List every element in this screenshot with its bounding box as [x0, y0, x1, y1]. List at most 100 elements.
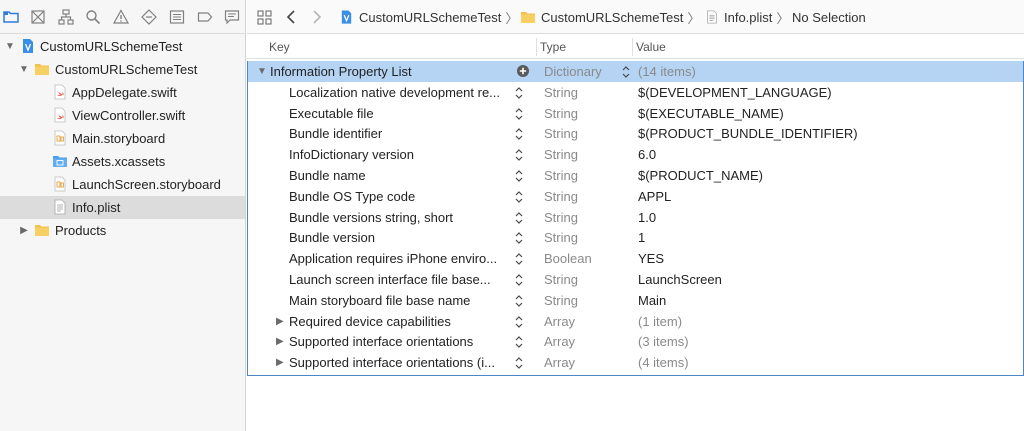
plist-type[interactable]: Array	[544, 331, 575, 352]
plist-key[interactable]: Supported interface orientations (i...	[289, 352, 511, 373]
plist-type[interactable]: String	[544, 290, 578, 311]
disclosure-collapsed-icon[interactable]: ▶	[276, 331, 284, 352]
plist-key[interactable]: Required device capabilities	[289, 311, 511, 332]
forward-chevron-icon[interactable]	[312, 0, 322, 34]
key-popup-stepper-icon[interactable]	[514, 314, 524, 330]
plist-row[interactable]: Bundle OS Type code String APPL	[248, 186, 1023, 207]
column-header-key[interactable]: Key	[269, 35, 290, 59]
issue-warning-icon[interactable]	[110, 7, 132, 27]
plist-row[interactable]: ▶ Required device capabilities Array (1 ite…	[248, 311, 1023, 332]
tree-item-file[interactable]: AppDelegate.swift	[0, 81, 245, 104]
key-popup-stepper-icon[interactable]	[514, 106, 524, 122]
plist-key[interactable]: Application requires iPhone enviro...	[289, 248, 511, 269]
tree-item-project[interactable]: ▼ CustomURLSchemeTest	[0, 35, 245, 58]
plist-value[interactable]: 1.0	[638, 207, 656, 228]
plist-key[interactable]: Bundle OS Type code	[289, 186, 511, 207]
tree-item-file[interactable]: ViewController.swift	[0, 104, 245, 127]
plist-type[interactable]: String	[544, 144, 578, 165]
type-popup-stepper-icon[interactable]	[621, 64, 631, 80]
key-popup-stepper-icon[interactable]	[514, 230, 524, 246]
plist-value[interactable]: $(EXECUTABLE_NAME)	[638, 103, 784, 124]
column-divider[interactable]	[632, 38, 633, 56]
plist-type[interactable]: String	[544, 82, 578, 103]
key-popup-stepper-icon[interactable]	[514, 126, 524, 142]
key-popup-stepper-icon[interactable]	[514, 272, 524, 288]
plist-value[interactable]: Main	[638, 290, 666, 311]
plist-key[interactable]: Bundle versions string, short	[289, 207, 511, 228]
disclosure-expanded-icon[interactable]: ▼	[257, 61, 267, 82]
breadcrumb-selection[interactable]: No Selection	[792, 0, 866, 34]
plist-row[interactable]: Bundle version String 1	[248, 227, 1023, 248]
plist-key[interactable]: InfoDictionary version	[289, 144, 511, 165]
plist-type[interactable]: String	[544, 123, 578, 144]
plist-row[interactable]: Executable file String $(EXECUTABLE_NAME)	[248, 103, 1023, 124]
add-item-icon[interactable]	[516, 64, 530, 78]
disclosure-expanded-icon[interactable]: ▼	[18, 63, 30, 75]
source-control-icon[interactable]	[27, 7, 49, 27]
disclosure-collapsed-icon[interactable]: ▶	[276, 352, 284, 373]
plist-row[interactable]: Bundle name String $(PRODUCT_NAME)	[248, 165, 1023, 186]
plist-key[interactable]: Bundle identifier	[289, 123, 511, 144]
find-icon[interactable]	[82, 7, 104, 27]
plist-row[interactable]: Bundle versions string, short String 1.0	[248, 207, 1023, 228]
key-popup-stepper-icon[interactable]	[514, 168, 524, 184]
plist-type[interactable]: String	[544, 207, 578, 228]
key-popup-stepper-icon[interactable]	[514, 189, 524, 205]
plist-row[interactable]: InfoDictionary version String 6.0	[248, 144, 1023, 165]
plist-value[interactable]: (4 items)	[638, 352, 689, 373]
plist-value[interactable]: $(DEVELOPMENT_LANGUAGE)	[638, 82, 832, 103]
key-popup-stepper-icon[interactable]	[514, 210, 524, 226]
plist-value[interactable]: (1 item)	[638, 311, 682, 332]
plist-row[interactable]: ▶ Supported interface orientations Array (3…	[248, 331, 1023, 352]
plist-type[interactable]: String	[544, 269, 578, 290]
plist-root-row[interactable]: ▼ Information Property List Dictionary (…	[248, 61, 1023, 82]
tree-item-file[interactable]: Main.storyboard	[0, 127, 245, 150]
plist-type[interactable]: Dictionary	[544, 61, 602, 82]
plist-value[interactable]: $(PRODUCT_BUNDLE_IDENTIFIER)	[638, 123, 858, 144]
key-popup-stepper-icon[interactable]	[514, 334, 524, 350]
key-popup-stepper-icon[interactable]	[514, 147, 524, 163]
plist-type[interactable]: String	[544, 103, 578, 124]
disclosure-collapsed-icon[interactable]: ▶	[276, 311, 284, 332]
key-popup-stepper-icon[interactable]	[514, 251, 524, 267]
plist-value[interactable]: $(PRODUCT_NAME)	[638, 165, 763, 186]
breadcrumb-group[interactable]: CustomURLSchemeTest 〉	[520, 0, 700, 34]
plist-value[interactable]: 1	[638, 227, 645, 248]
plist-key[interactable]: Main storyboard file base name	[289, 290, 511, 311]
plist-key[interactable]: Bundle version	[289, 227, 511, 248]
plist-key[interactable]: Launch screen interface file base...	[289, 269, 511, 290]
plist-row[interactable]: Launch screen interface file base... Stri…	[248, 269, 1023, 290]
plist-type[interactable]: Array	[544, 311, 575, 332]
column-divider[interactable]	[536, 38, 537, 56]
plist-type[interactable]: Boolean	[544, 248, 592, 269]
tree-item-group[interactable]: ▶ Products	[0, 219, 245, 242]
disclosure-collapsed-icon[interactable]: ▶	[18, 224, 30, 236]
plist-value[interactable]: APPL	[638, 186, 671, 207]
plist-type[interactable]: String	[544, 186, 578, 207]
plist-value[interactable]: YES	[638, 248, 664, 269]
column-header-type[interactable]: Type	[540, 35, 566, 59]
key-popup-stepper-icon[interactable]	[514, 85, 524, 101]
breadcrumb-file[interactable]: Info.plist 〉	[705, 0, 789, 34]
breadcrumb-project[interactable]: CustomURLSchemeTest 〉	[339, 0, 518, 34]
report-icon[interactable]	[221, 7, 243, 27]
plist-row[interactable]: Application requires iPhone enviro... Boo…	[248, 248, 1023, 269]
column-header-value[interactable]: Value	[636, 35, 666, 59]
hierarchy-icon[interactable]	[55, 7, 77, 27]
breakpoint-icon[interactable]	[194, 7, 216, 27]
plist-key[interactable]: Supported interface orientations	[289, 331, 511, 352]
plist-row[interactable]: Localization native development re... Str…	[248, 82, 1023, 103]
key-popup-stepper-icon[interactable]	[514, 293, 524, 309]
plist-type[interactable]: String	[544, 227, 578, 248]
plist-key[interactable]: Localization native development re...	[289, 82, 511, 103]
key-popup-stepper-icon[interactable]	[514, 355, 524, 371]
plist-value[interactable]: 6.0	[638, 144, 656, 165]
plist-key[interactable]: Bundle name	[289, 165, 511, 186]
back-chevron-icon[interactable]	[286, 0, 296, 34]
debug-list-icon[interactable]	[166, 7, 188, 27]
plist-type[interactable]: Array	[544, 352, 575, 373]
tree-item-file[interactable]: Assets.xcassets	[0, 150, 245, 173]
tree-item-group[interactable]: ▼ CustomURLSchemeTest	[0, 58, 245, 81]
plist-value[interactable]: LaunchScreen	[638, 269, 722, 290]
plist-row[interactable]: Main storyboard file base name String Main	[248, 290, 1023, 311]
